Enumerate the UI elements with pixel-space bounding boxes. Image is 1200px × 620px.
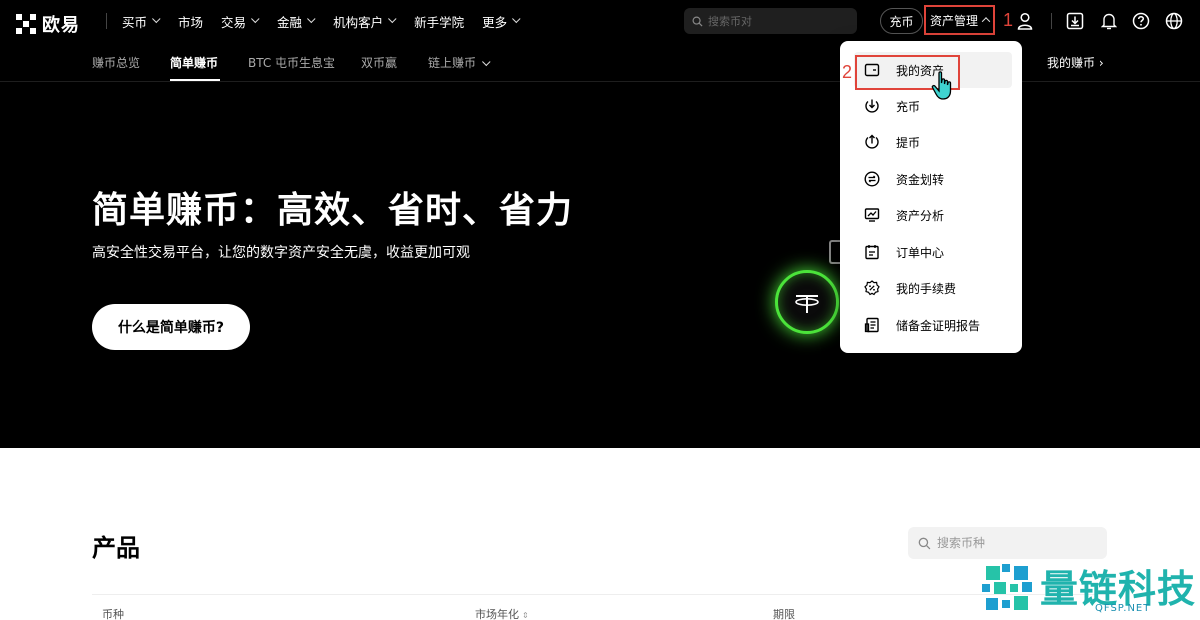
dropdown-item-label: 订单中心: [896, 245, 945, 260]
search-input[interactable]: [708, 14, 838, 28]
menu-item-institutional[interactable]: 机构客户: [333, 12, 397, 31]
menu-item-finance[interactable]: 金融: [277, 12, 316, 31]
watermark: 量链科技 QFSP.NET: [980, 558, 1195, 620]
chevron-down-icon: [251, 14, 260, 24]
report-icon: [864, 317, 879, 333]
analysis-icon: [864, 208, 880, 222]
dropdown-item-label: 储备金证明报告: [896, 318, 981, 333]
column-header-apr[interactable]: 市场年化 ⇕: [475, 606, 529, 620]
chevron-down-icon: [388, 14, 397, 24]
dropdown-item-my-fees[interactable]: 我的手续费: [840, 270, 1022, 306]
bell-icon: [1101, 13, 1117, 30]
tab-btc-earn[interactable]: BTC 屯币生息宝: [248, 54, 335, 71]
menu-item-market[interactable]: 市场: [178, 12, 203, 31]
brand-name: 欧易: [42, 15, 80, 36]
tab-onchain-earn[interactable]: 链上赚币: [428, 54, 491, 71]
dropdown-item-label: 资金划转: [896, 172, 945, 187]
okx-logo-icon: [16, 14, 36, 34]
menu-item-trade[interactable]: 交易: [221, 12, 260, 31]
download-icon: [1066, 12, 1084, 30]
hand-pointer-icon: [931, 71, 952, 100]
annotation-step-2: 2: [842, 62, 853, 82]
dropdown-item-label: 提币: [896, 135, 921, 150]
menu-item-academy[interactable]: 新手学院: [414, 12, 464, 31]
download-button[interactable]: [1065, 11, 1085, 31]
tab-dual-investment[interactable]: 双币赢: [361, 54, 397, 71]
menu-label: 交易: [221, 14, 247, 30]
column-header-term: 期限: [773, 608, 795, 620]
menu-label: 金融: [277, 14, 303, 30]
dropdown-item-asset-analysis[interactable]: 资产分析: [840, 197, 1022, 233]
deposit-button[interactable]: 充币: [880, 8, 923, 34]
menu-item-buy[interactable]: 买币: [122, 12, 161, 31]
chevron-up-icon: [981, 17, 991, 26]
chevron-down-icon: [482, 57, 491, 67]
search-icon: [692, 16, 703, 27]
dropdown-item-withdraw[interactable]: 提币: [840, 124, 1022, 160]
annotation-step-1: 1: [1003, 10, 1014, 30]
active-tab-indicator: [170, 79, 220, 81]
column-label: 市场年化: [475, 608, 519, 620]
search-icon: [918, 537, 931, 549]
dropdown-item-reserve-report[interactable]: 储备金证明报告: [840, 307, 1022, 343]
divider: [1051, 13, 1052, 29]
logo[interactable]: 欧易: [16, 11, 80, 37]
product-search-bar[interactable]: [908, 527, 1107, 559]
dropdown-item-label: 我的手续费: [896, 281, 957, 296]
fee-icon: [864, 280, 880, 296]
notification-button[interactable]: [1099, 11, 1119, 31]
menu-label: 新手学院: [414, 14, 465, 30]
my-earn-link[interactable]: 我的赚币 ›: [1047, 54, 1104, 71]
asset-management-button[interactable]: 资产管理: [924, 5, 995, 35]
order-icon: [865, 245, 879, 260]
dropdown-item-label: 充币: [896, 99, 921, 114]
menu-label: 买币: [122, 14, 148, 30]
main-menu: 买币 市场 交易 金融 机构客户 新手学院 更多: [122, 0, 521, 42]
menu-label: 市场: [178, 14, 204, 30]
chevron-down-icon: [307, 14, 316, 24]
dropdown-item-label: 资产分析: [896, 208, 945, 223]
divider: [106, 13, 107, 29]
deposit-icon: [865, 99, 879, 113]
menu-label: 更多: [482, 14, 508, 30]
menu-label: 机构客户: [333, 14, 384, 30]
search-bar[interactable]: [684, 8, 857, 34]
watermark-logo-icon: [982, 564, 1032, 610]
withdraw-icon: [865, 134, 879, 149]
tab-label: 链上赚币: [428, 56, 477, 70]
tether-coin-icon: [775, 270, 839, 334]
tab-earn-overview[interactable]: 赚币总览: [92, 54, 140, 71]
top-navbar: 欧易 买币 市场 交易 金融 机构客户 新手学院 更多 充币 资产管理 1: [0, 0, 1200, 42]
chevron-down-icon: [152, 14, 161, 24]
help-button[interactable]: [1131, 11, 1151, 31]
globe-icon: [1165, 12, 1183, 30]
user-button[interactable]: [1015, 11, 1035, 31]
dropdown-item-order-center[interactable]: 订单中心: [840, 234, 1022, 270]
user-icon: [1017, 12, 1033, 30]
help-icon: [1132, 12, 1150, 30]
product-search-input[interactable]: [937, 536, 1087, 550]
language-button[interactable]: [1164, 11, 1184, 31]
transfer-icon: [864, 171, 880, 187]
chevron-down-icon: [512, 14, 521, 24]
sort-icon: ⇕: [522, 611, 529, 620]
asset-management-label: 资产管理: [929, 13, 978, 28]
tab-simple-earn[interactable]: 简单赚币: [170, 54, 218, 71]
hero-title: 简单赚币：高效、省时、省力: [92, 190, 574, 231]
products-title: 产品: [92, 534, 140, 562]
column-header-coin: 币种: [102, 608, 124, 620]
menu-item-more[interactable]: 更多: [482, 12, 521, 31]
divider: [92, 594, 1108, 595]
watermark-url: QFSP.NET: [1095, 603, 1151, 614]
what-is-simple-earn-button[interactable]: 什么是简单赚币?: [92, 304, 250, 350]
dropdown-item-transfer[interactable]: 资金划转: [840, 161, 1022, 197]
hero-subtitle: 高安全性交易平台，让您的数字资产安全无虞，收益更加可观: [92, 245, 470, 261]
